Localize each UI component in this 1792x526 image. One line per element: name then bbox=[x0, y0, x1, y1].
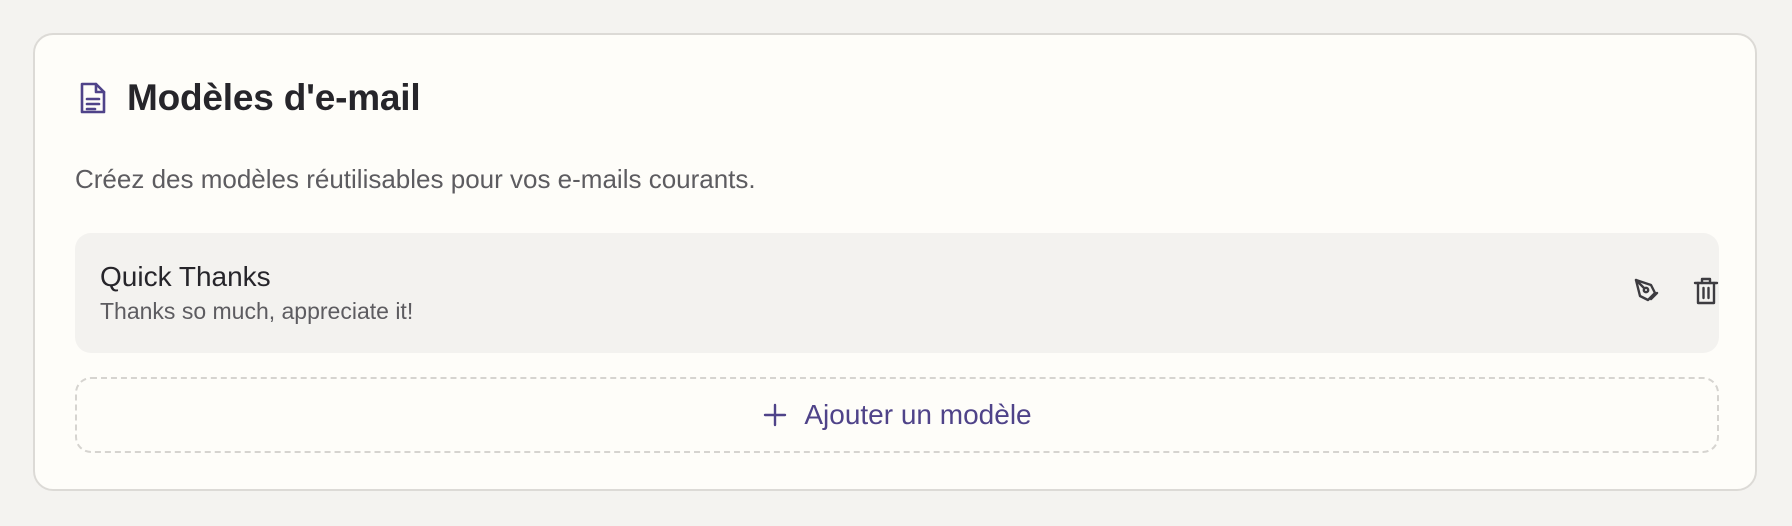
edit-template-button[interactable] bbox=[1628, 275, 1664, 311]
template-name: Quick Thanks bbox=[100, 261, 271, 292]
email-templates-card: Modèles d'e-mail Créez des modèles réuti… bbox=[33, 33, 1757, 491]
template-item: Quick Thanks Thanks so much, appreciate … bbox=[75, 233, 1719, 353]
add-template-label: Ajouter un modèle bbox=[804, 399, 1032, 430]
card-description: Créez des modèles réutilisables pour vos… bbox=[75, 164, 756, 194]
plus-icon bbox=[762, 402, 788, 428]
edit-icon bbox=[1631, 276, 1661, 311]
add-template-button[interactable]: Ajouter un modèle bbox=[75, 377, 1719, 453]
document-icon bbox=[75, 80, 111, 116]
card-title: Modèles d'e-mail bbox=[127, 77, 421, 118]
card-header: Modèles d'e-mail bbox=[75, 77, 421, 119]
trash-icon bbox=[1693, 276, 1719, 311]
template-preview: Thanks so much, appreciate it! bbox=[100, 298, 414, 324]
delete-template-button[interactable] bbox=[1688, 275, 1724, 311]
